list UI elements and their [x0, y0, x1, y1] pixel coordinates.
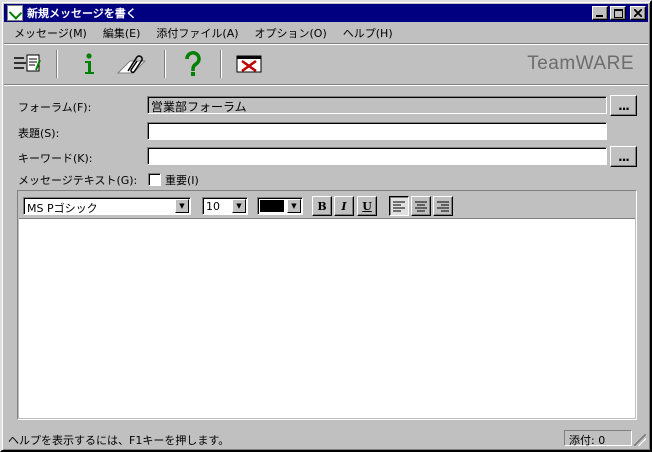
attach-icon — [116, 55, 147, 74]
color-swatch — [260, 200, 284, 212]
toolbar-separator — [164, 50, 166, 78]
chevron-down-icon[interactable]: ▼ — [175, 199, 189, 213]
align-center-button[interactable] — [411, 196, 431, 216]
send-icon — [14, 54, 41, 72]
menu-options[interactable]: オプション(O) — [249, 25, 333, 41]
attachment-count: 添付: 0 — [564, 430, 632, 447]
size-select[interactable]: 10 ▼ — [202, 197, 248, 215]
title-bar[interactable]: 新規メッセージを書く — [4, 4, 648, 22]
maximize-icon — [613, 8, 623, 18]
menu-bar: メッセージ(M) 編集(E) 添付ファイル(A) オプション(O) ヘルプ(H) — [4, 23, 648, 42]
menu-edit[interactable]: 編集(E) — [97, 25, 147, 41]
window-title: 新規メッセージを書く — [27, 7, 137, 20]
status-bar: ヘルプを表示するには、F1キーを押します。 添付: 0 — [4, 429, 648, 448]
important-checkbox[interactable] — [148, 173, 161, 186]
message-text-label: メッセージテキスト(G): — [18, 174, 138, 187]
color-select[interactable]: ▼ — [257, 197, 303, 215]
important-label[interactable]: 重要(I) — [165, 172, 199, 188]
font-select[interactable]: MS Pゴシック ▼ — [23, 197, 191, 215]
info-button[interactable] — [72, 49, 106, 79]
status-message: ヘルプを表示するには、F1キーを押します。 — [8, 434, 230, 447]
keyword-browse-button[interactable]: ... — [610, 146, 637, 167]
close-message-button[interactable] — [232, 49, 266, 79]
brand-logo: TeamWARE — [527, 53, 634, 74]
forum-browse-button[interactable]: ... — [610, 95, 637, 116]
size-value: 10 — [206, 200, 220, 213]
toolbar-separator — [220, 50, 222, 78]
message-body-textarea[interactable] — [19, 219, 635, 418]
close-message-icon — [236, 55, 262, 73]
underline-button[interactable]: U — [357, 196, 377, 216]
message-editor: MS Pゴシック ▼ 10 ▼ ▼ B I U — [17, 190, 637, 420]
menu-help[interactable]: ヘルプ(H) — [337, 25, 399, 41]
chevron-down-icon[interactable]: ▼ — [232, 199, 246, 213]
attach-button[interactable] — [115, 49, 149, 79]
subject-label: 表題(S): — [18, 127, 60, 140]
help-icon — [185, 51, 201, 76]
forum-label: フォーラム(F): — [18, 101, 92, 114]
format-toolbar: MS Pゴシック ▼ 10 ▼ ▼ B I U — [19, 192, 635, 219]
align-right-button[interactable] — [433, 196, 453, 216]
subject-input[interactable] — [147, 122, 607, 140]
info-icon — [85, 53, 94, 74]
font-value: MS Pゴシック — [27, 202, 98, 215]
keyword-label: キーワード(K): — [18, 152, 93, 165]
align-left-icon — [393, 201, 405, 211]
align-right-icon — [437, 201, 449, 211]
italic-button[interactable]: I — [334, 196, 354, 216]
resize-grip[interactable] — [634, 434, 646, 446]
help-button[interactable] — [176, 49, 210, 79]
toolbar: TeamWARE — [4, 43, 648, 85]
bold-button[interactable]: B — [312, 196, 332, 216]
close-icon — [634, 9, 642, 17]
minimize-icon — [596, 15, 603, 17]
align-left-button[interactable] — [389, 196, 409, 216]
forum-field: 営業部フォーラム — [147, 96, 607, 114]
menu-attachment[interactable]: 添付ファイル(A) — [150, 25, 244, 41]
app-icon[interactable] — [7, 5, 23, 21]
keyword-input[interactable] — [147, 147, 607, 165]
toolbar-separator — [56, 50, 58, 78]
maximize-button[interactable] — [610, 6, 626, 20]
compose-window: 新規メッセージを書く メッセージ(M) 編集(E) 添付ファイル(A) オプショ… — [0, 0, 652, 452]
close-button[interactable] — [630, 6, 646, 20]
menu-message[interactable]: メッセージ(M) — [8, 25, 93, 41]
minimize-button[interactable] — [592, 6, 608, 20]
send-button[interactable] — [10, 49, 44, 79]
align-center-icon — [415, 201, 427, 211]
chevron-down-icon[interactable]: ▼ — [287, 199, 301, 213]
